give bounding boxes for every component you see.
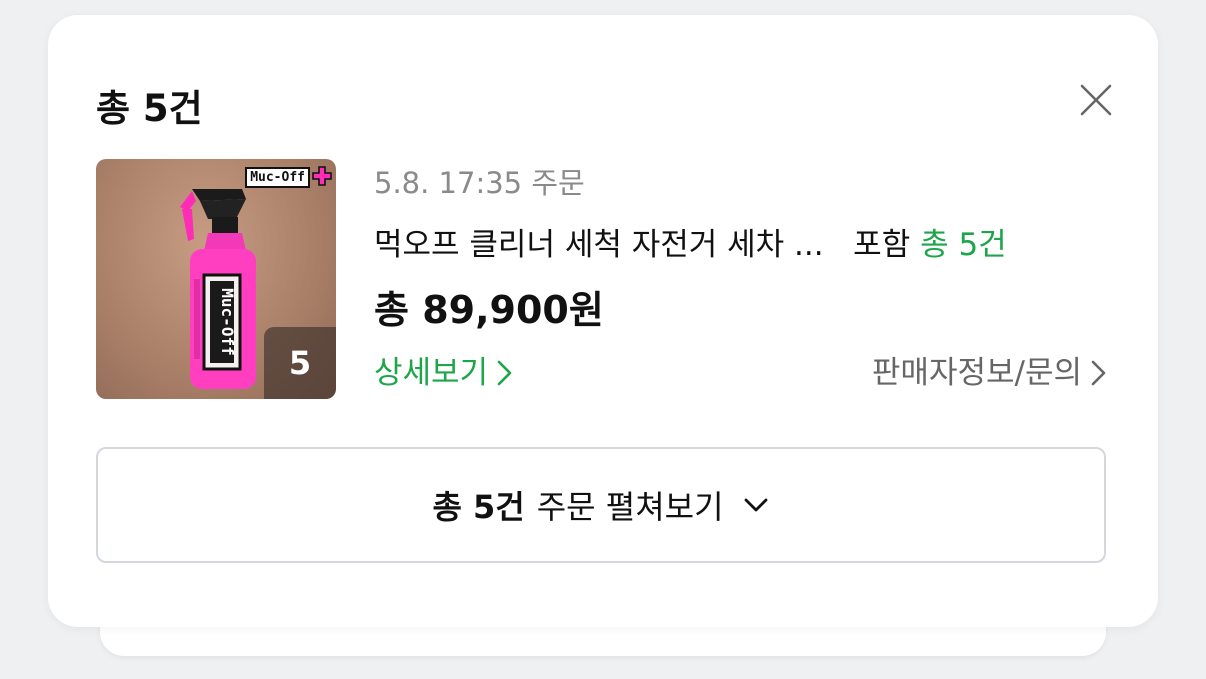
item-count: 총 5건 bbox=[920, 227, 1007, 263]
expand-orders-button[interactable]: 총 5건 주문 펼쳐보기 bbox=[96, 447, 1106, 563]
expand-label: 주문 펼쳐보기 bbox=[536, 488, 724, 526]
product-name: 먹오프 클리너 세척 자전거 세차 ... bbox=[374, 227, 824, 263]
chevron-right-icon bbox=[497, 360, 512, 386]
detail-link[interactable]: 상세보기 bbox=[374, 351, 516, 395]
svg-text:Muc-Off: Muc-Off bbox=[218, 288, 237, 355]
product-line: 먹오프 클리너 세척 자전거 세차 ... 포함 총 5건 bbox=[374, 223, 1114, 267]
close-button[interactable] bbox=[1072, 79, 1120, 121]
include-text: 포함 bbox=[853, 227, 911, 263]
detail-link-label: 상세보기 bbox=[374, 355, 489, 391]
order-date: 5.8. 17:35 주문 bbox=[374, 166, 585, 200]
expand-count: 총 5건 bbox=[432, 488, 525, 526]
seller-info-label: 판매자정보/문의 bbox=[871, 355, 1082, 391]
order-summary-card: 총 5건 Muc-Off Muc-Off 5 5.8. 17:35 주문 먹오프… bbox=[48, 15, 1158, 627]
quantity-badge: 5 bbox=[264, 327, 336, 399]
card-title: 총 5건 bbox=[96, 87, 203, 130]
total-price: 총 89,900원 bbox=[374, 288, 604, 332]
seller-info-link[interactable]: 판매자정보/문의 bbox=[872, 351, 1110, 395]
brand-logo: Muc-Off bbox=[245, 167, 310, 188]
chevron-right-icon bbox=[1091, 360, 1106, 386]
close-icon bbox=[1080, 84, 1112, 116]
chevron-down-icon bbox=[744, 498, 767, 512]
plus-logo-icon bbox=[312, 166, 332, 186]
product-thumbnail[interactable]: Muc-Off Muc-Off 5 bbox=[96, 159, 336, 399]
